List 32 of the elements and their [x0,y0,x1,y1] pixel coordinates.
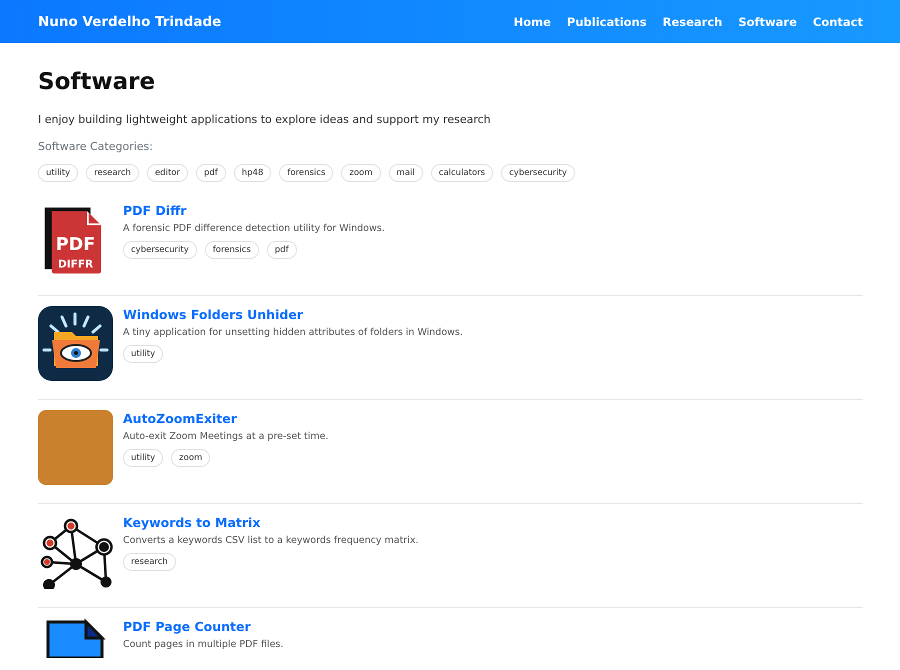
category-tag[interactable]: hp48 [234,164,272,182]
software-title-link[interactable]: PDF Diffr [123,202,385,220]
category-tag[interactable]: research [86,164,139,182]
software-tag[interactable]: research [123,553,176,571]
software-title-link[interactable]: PDF Page Counter [123,618,284,636]
software-tag[interactable]: zoom [171,449,210,467]
software-tag[interactable]: cybersecurity [123,241,197,259]
site-title-link[interactable]: Nuno Verdelho Trindade [38,14,222,30]
category-tag[interactable]: cybersecurity [501,164,575,182]
category-tag[interactable]: mail [388,164,423,182]
software-tag[interactable]: utility [123,449,164,467]
category-tag[interactable]: utility [38,164,78,182]
software-tag[interactable]: pdf [266,241,297,259]
software-description: A forensic PDF difference detection utility for Windows. [123,223,385,234]
category-tag[interactable]: editor [146,164,188,182]
category-tag[interactable]: forensics [279,164,334,182]
software-description: Count pages in multiple PDF files. [123,639,284,650]
software-description: A tiny application for unsetting hidden attributes of folders in Windows. [123,327,463,338]
category-tag[interactable]: zoom [341,164,381,182]
categories-label: Software Categories: [38,140,154,153]
software-description: Auto-exit Zoom Meetings at a pre-set time. [123,431,328,442]
software-description: Converts a keywords CSV list to a keywords frequency matrix. [123,535,418,546]
software-title-link[interactable]: Windows Folders Unhider [123,306,463,324]
page-heading: Software [38,68,156,97]
software-title-link[interactable]: AutoZoomExiter [123,410,328,428]
category-tag[interactable]: pdf [196,164,226,182]
software-tag[interactable]: forensics [204,241,259,259]
intro-text: I enjoy building lightweight applications to explore ideas and support my research [38,113,492,126]
category-tag[interactable]: calculators [430,164,494,182]
software-title-link[interactable]: Keywords to Matrix [123,514,418,532]
folder-eye-icon [38,306,113,381]
software-tag[interactable]: utility [123,345,164,363]
